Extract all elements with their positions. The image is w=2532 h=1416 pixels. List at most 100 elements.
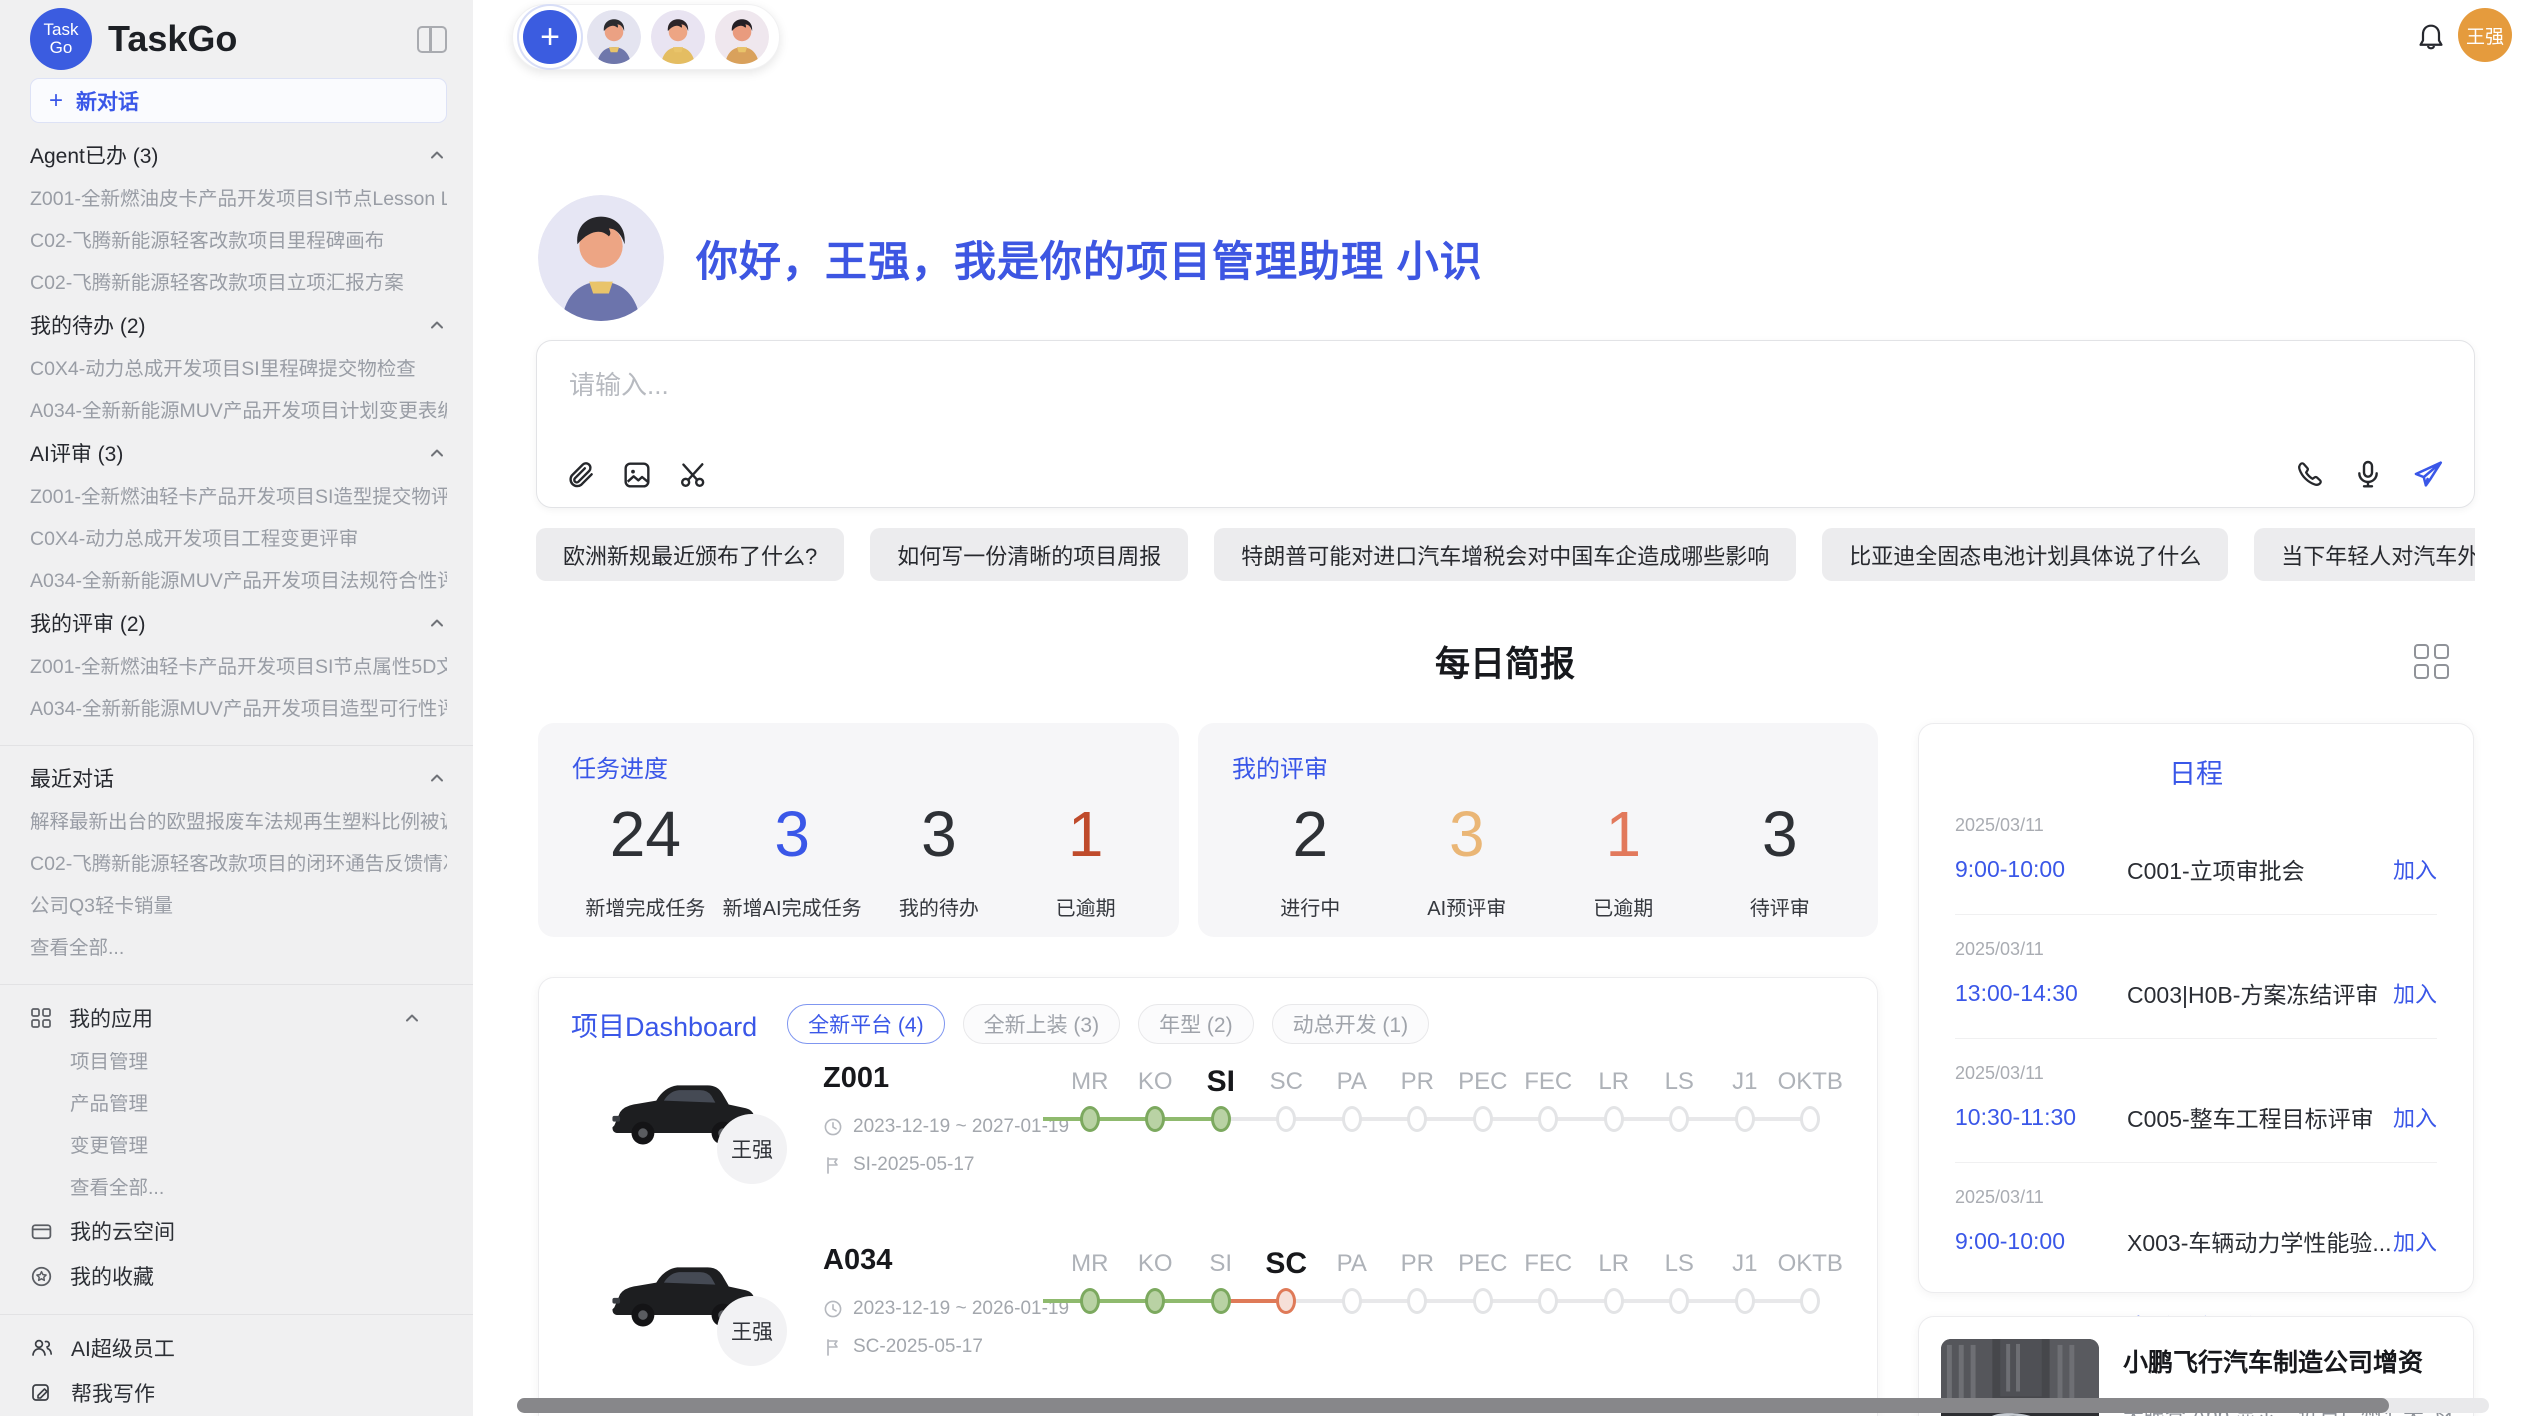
recent-view-all-link[interactable]: 查看全部... bbox=[30, 938, 447, 958]
sidebar-section-header[interactable]: AI评审 (3) bbox=[30, 441, 447, 465]
join-meeting-link[interactable]: 加入 bbox=[2393, 853, 2437, 885]
apps-view-all-link[interactable]: 查看全部... bbox=[70, 1178, 447, 1198]
project-code: A034 bbox=[823, 1244, 892, 1277]
logo-line-2: Go bbox=[50, 39, 73, 57]
sidebar-item-tool[interactable]: AI超级员工 bbox=[30, 1336, 447, 1360]
cloud-space-icon bbox=[30, 1220, 53, 1243]
sidebar-item[interactable]: A034-全新新能源MUV产品开发项目造型可行性评审 bbox=[30, 699, 447, 719]
milestone-dot bbox=[1080, 1106, 1100, 1132]
schedule-card: 日程 2025/03/119:00-10:00C001-立项审批会加入2025/… bbox=[1918, 723, 2474, 1293]
composer-actions bbox=[2294, 457, 2446, 491]
sidebar-item[interactable]: Z001-全新燃油轻卡产品开发项目SI造型提交物评审 bbox=[30, 487, 447, 507]
sidebar-section-header[interactable]: 我的待办 (2) bbox=[30, 313, 447, 337]
stat-value: 3 bbox=[1389, 802, 1546, 866]
suggestion-chip[interactable]: 如何写一份清晰的项目周报 bbox=[870, 528, 1188, 581]
milestone-dot-row bbox=[1254, 1104, 1320, 1134]
milestone-dot-row bbox=[1385, 1104, 1451, 1134]
milestone: PR bbox=[1385, 1242, 1451, 1316]
dashboard-tab[interactable]: 全新平台 (4) bbox=[787, 1004, 945, 1044]
recent-chat-item[interactable]: C02-飞腾新能源轻客改款项目的闭环通告反馈情况 bbox=[30, 854, 447, 874]
suggestion-chip[interactable]: 当下年轻人对汽车外观有怎样的喜好趋势 bbox=[2254, 528, 2475, 581]
chevron-up-icon bbox=[427, 315, 447, 335]
sidebar-section-label: 最近对话 bbox=[30, 763, 114, 793]
milestone-dot-row bbox=[1778, 1104, 1844, 1134]
milestone-dot-row bbox=[1647, 1104, 1713, 1134]
sidebar-item[interactable]: Z001-全新燃油轻卡产品开发项目SI节点属性5D文件评审 bbox=[30, 657, 447, 677]
sidebar-item[interactable]: C0X4-动力总成开发项目工程变更评审 bbox=[30, 529, 447, 549]
horizontal-scrollbar bbox=[517, 1398, 2489, 1413]
send-icon[interactable] bbox=[2410, 457, 2446, 491]
microphone-icon[interactable] bbox=[2352, 458, 2384, 490]
chevron-up-icon bbox=[427, 443, 447, 463]
sidebar-item[interactable]: C02-飞腾新能源轻客改款项目立项汇报方案 bbox=[30, 273, 447, 293]
stat-column: 24 新增完成任务 bbox=[572, 802, 719, 921]
collapse-sidebar-icon[interactable] bbox=[417, 26, 447, 53]
dashboard-tab[interactable]: 年型 (2) bbox=[1138, 1004, 1254, 1044]
new-chat-button[interactable]: + 新对话 bbox=[30, 78, 447, 123]
join-meeting-link[interactable]: 加入 bbox=[2393, 1225, 2437, 1257]
milestone-dot-row bbox=[1057, 1286, 1123, 1316]
milestone-dot bbox=[1669, 1106, 1689, 1132]
session-avatar-3[interactable] bbox=[715, 10, 769, 64]
sidebar: Task Go TaskGo + 新对话 Agent已办 (3) Z001-全新燃… bbox=[0, 0, 473, 1416]
milestone-dot-row bbox=[1254, 1286, 1320, 1316]
session-avatar-1[interactable] bbox=[587, 10, 641, 64]
sidebar-item-favorites[interactable]: 我的收藏 bbox=[30, 1264, 447, 1288]
sidebar-item-tool[interactable]: 帮我写作 bbox=[30, 1381, 447, 1405]
milestone: FEC bbox=[1516, 1242, 1582, 1316]
milestone: MR bbox=[1057, 1060, 1123, 1134]
scissors-icon[interactable] bbox=[677, 459, 709, 491]
dashboard-tab[interactable]: 全新上装 (3) bbox=[963, 1004, 1121, 1044]
dashboard-tab[interactable]: 动总开发 (1) bbox=[1272, 1004, 1430, 1044]
add-session-button[interactable]: + bbox=[523, 10, 577, 64]
event-title: X003-车辆动力学性能验... bbox=[2127, 1224, 2393, 1258]
suggestion-chip[interactable]: 特朗普可能对进口汽车增税会对中国车企造成哪些影响 bbox=[1214, 528, 1796, 581]
project-dashboard-card: 项目Dashboard 全新平台 (4)全新上装 (3)年型 (2)动总开发 (… bbox=[538, 977, 1878, 1416]
image-icon[interactable] bbox=[621, 459, 653, 491]
milestone-dot-row bbox=[1123, 1104, 1189, 1134]
stat-value: 3 bbox=[1702, 802, 1859, 866]
phone-call-icon[interactable] bbox=[2294, 458, 2326, 490]
stat-label: 新增完成任务 bbox=[572, 892, 719, 921]
sidebar-item[interactable]: A034-全新新能源MUV产品开发项目计划变更表编写 bbox=[30, 401, 447, 421]
sidebar-item[interactable]: C0X4-动力总成开发项目SI里程碑提交物检查 bbox=[30, 359, 447, 379]
milestone-dot-row bbox=[1581, 1286, 1647, 1316]
sidebar-section-header-recent[interactable]: 最近对话 bbox=[30, 766, 447, 790]
app-sub-item[interactable]: 产品管理 bbox=[70, 1094, 447, 1114]
sidebar-item[interactable]: Z001-全新燃油皮卡产品开发项目SI节点Lesson Learn报告 bbox=[30, 189, 447, 209]
app-sub-item[interactable]: 项目管理 bbox=[70, 1052, 447, 1072]
sidebar-item-my-apps[interactable]: 我的应用 bbox=[30, 1006, 447, 1030]
suggestion-chip[interactable]: 比亚迪全固态电池计划具体说了什么 bbox=[1822, 528, 2228, 581]
milestone: SI bbox=[1188, 1060, 1254, 1134]
join-meeting-link[interactable]: 加入 bbox=[2393, 977, 2437, 1009]
milestone-label: LS bbox=[1647, 1242, 1713, 1286]
notification-bell-icon[interactable] bbox=[2416, 22, 2446, 59]
join-meeting-link[interactable]: 加入 bbox=[2393, 1101, 2437, 1133]
suggestion-chip[interactable]: 欧洲新规最近颁布了什么? bbox=[536, 528, 844, 581]
sidebar-item-cloud-space[interactable]: 我的云空间 bbox=[30, 1219, 447, 1243]
stat-value: 1 bbox=[1545, 802, 1702, 866]
layout-grid-icon[interactable] bbox=[2414, 644, 2450, 680]
event-date: 2025/03/11 bbox=[1955, 1063, 2437, 1084]
sidebar-section-label: 我的待办 (2) bbox=[30, 310, 146, 340]
sidebar-item[interactable]: A034-全新新能源MUV产品开发项目法规符合性评审 bbox=[30, 571, 447, 591]
session-avatar-2[interactable] bbox=[651, 10, 705, 64]
chat-input[interactable] bbox=[567, 363, 2444, 433]
recent-chat-item[interactable]: 公司Q3轻卡销量 bbox=[30, 896, 447, 916]
attachment-icon[interactable] bbox=[565, 459, 597, 491]
recent-chat-item[interactable]: 解释最新出台的欧盟报废车法规再生塑料比例被调至15%... bbox=[30, 812, 447, 832]
milestone-label: J1 bbox=[1712, 1242, 1778, 1286]
user-avatar[interactable]: 王强 bbox=[2458, 8, 2512, 62]
sidebar-section-header[interactable]: 我的评审 (2) bbox=[30, 611, 447, 635]
milestone-dot bbox=[1342, 1288, 1362, 1314]
horizontal-scrollbar-thumb[interactable] bbox=[517, 1398, 2389, 1413]
milestone-strip: MRKOSISCPAPRPECFECLRLSJ1OKTB bbox=[1057, 1060, 1843, 1134]
sidebar-section-header[interactable]: Agent已办 (3) bbox=[30, 143, 447, 167]
sidebar-section-label: AI评审 (3) bbox=[30, 438, 123, 468]
milestone-dot-row bbox=[1123, 1286, 1189, 1316]
sidebar-header: Task Go TaskGo bbox=[30, 8, 447, 70]
app-sub-item[interactable]: 变更管理 bbox=[70, 1136, 447, 1156]
sidebar-item[interactable]: C02-飞腾新能源轻客改款项目里程碑画布 bbox=[30, 231, 447, 251]
stat-value: 24 bbox=[572, 802, 719, 866]
milestone-dot bbox=[1145, 1288, 1165, 1314]
